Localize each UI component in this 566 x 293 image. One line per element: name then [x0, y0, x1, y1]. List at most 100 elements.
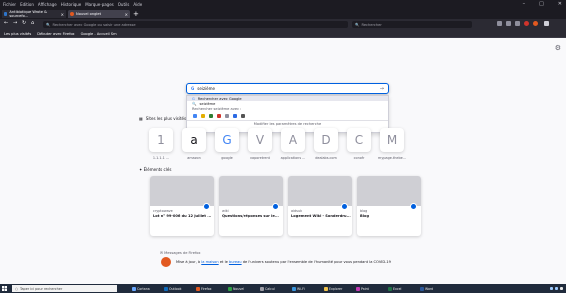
topsite-tile[interactable]: A	[281, 128, 305, 152]
highlight-card[interactable]: cryptowave Lot n° 99-006 du 12 Juillet ..…	[150, 176, 214, 236]
taskbar-app-label: Word	[425, 286, 434, 291]
office-link[interactable]: bureau	[229, 260, 242, 264]
taskbar-app[interactable]: Word	[420, 285, 433, 292]
search-engine-icon[interactable]	[233, 114, 237, 118]
taskbar-app[interactable]: Paint	[356, 285, 369, 292]
bookmark-dot-icon	[203, 203, 210, 210]
topsite-tile[interactable]: C	[347, 128, 371, 152]
taskbar-app[interactable]: Excel	[388, 285, 401, 292]
search-engine-icon[interactable]	[209, 114, 213, 118]
close-icon[interactable]: ×	[125, 12, 128, 17]
search-engine-icon[interactable]	[241, 114, 245, 118]
bookmark-getting-started[interactable]: Débuter avec Firefox	[37, 32, 74, 36]
search-icon: 🔍	[192, 101, 197, 106]
app-icon	[196, 286, 200, 291]
topsite-letter: a	[190, 133, 198, 147]
go-arrow-icon[interactable]: →	[380, 86, 384, 92]
highlight-card[interactable]: wiki Questions/réponses sur le...	[219, 176, 283, 236]
menu-help[interactable]: Aide	[133, 2, 142, 7]
sidebar-icon[interactable]	[506, 21, 511, 26]
menu-bookmarks[interactable]: Marque-pages	[85, 2, 114, 7]
new-tab-button[interactable]: +	[133, 9, 139, 19]
menu-icon[interactable]	[544, 21, 549, 26]
taskbar-app-label: Calcul	[265, 286, 275, 291]
bookmark-google[interactable]: Google - Accueil Sm	[81, 32, 117, 36]
search-bar[interactable]: 🔍 Rechercher	[352, 21, 472, 28]
tab-new-tab[interactable]: Nouvel onglet ×	[68, 10, 130, 18]
addon-icon[interactable]	[524, 21, 529, 26]
gear-icon[interactable]: ⚙	[555, 44, 561, 52]
taskbar-app[interactable]: Explorer	[324, 285, 342, 292]
firefox-messages-header: ✉ Messages de Firefox	[160, 251, 200, 255]
volume-icon[interactable]	[555, 287, 558, 290]
menu-history[interactable]: Historique	[61, 2, 82, 7]
bookmarks-toolbar: Les plus visités Débuter avec Firefox Go…	[0, 30, 566, 38]
highlight-card[interactable]: aidsuk Logement Wiki - Sonderdru...	[288, 176, 352, 236]
reload-icon[interactable]: ↻	[22, 20, 26, 26]
suggestion-label: Rechercher avec Google	[197, 96, 242, 101]
taskbar-app[interactable]: Cortana	[132, 285, 150, 292]
back-icon[interactable]: ←	[4, 20, 8, 26]
menu-edit[interactable]: Edition	[20, 2, 34, 7]
taskbar-app-label: Nouvel	[233, 286, 245, 291]
search-input[interactable]: G seizième →	[186, 83, 389, 94]
highlight-card[interactable]: blog Blog	[357, 176, 421, 236]
taskbar-app[interactable]: Wi-Fi	[292, 285, 305, 292]
topsite-tile[interactable]: V	[248, 128, 272, 152]
card-title: Logement Wiki - Sonderdru...	[291, 214, 351, 218]
tab-antibiotique[interactable]: Antibiotique Wrote & sourcefo... ×	[2, 10, 66, 18]
forward-icon[interactable]: →	[13, 20, 17, 26]
taskbar-app[interactable]: Outlook	[164, 285, 181, 292]
topsite-tile[interactable]: M	[380, 128, 404, 152]
message-text: Mise à jour, à la maison et le bureau de…	[176, 260, 391, 264]
download-icon[interactable]	[515, 21, 520, 26]
bookmark-most-visited[interactable]: Les plus visités	[4, 32, 31, 36]
menu-view[interactable]: Affichage	[38, 2, 57, 7]
topsite-letter: C	[354, 133, 364, 147]
taskbar-app-label: Explorer	[329, 286, 343, 291]
home-icon[interactable]: ⌂	[31, 20, 34, 26]
taskbar-app[interactable]: Firefox	[196, 285, 212, 292]
topsite-tile[interactable]: a	[182, 128, 206, 152]
search-engine-icon[interactable]	[225, 114, 229, 118]
url-bar[interactable]: 🔍 Rechercher avec Google ou saisir une a…	[43, 21, 348, 28]
topsite-tile[interactable]: D	[314, 128, 338, 152]
highlights-header[interactable]: ✦ Éléments clés	[139, 167, 171, 172]
card-thumbnail	[357, 176, 421, 206]
suggestion-label: seizième	[199, 101, 216, 106]
taskbar-search-placeholder: Taper ici pour rechercher	[19, 286, 63, 291]
notification-icon[interactable]	[560, 287, 563, 290]
message-text-part: et le	[218, 260, 229, 264]
taskbar-search-input[interactable]: ○ Taper ici pour rechercher	[12, 285, 117, 292]
close-icon[interactable]: ×	[61, 12, 64, 17]
app-icon	[260, 286, 264, 291]
network-icon[interactable]	[550, 287, 553, 290]
card-title: Questions/réponses sur le...	[222, 214, 279, 218]
taskbar-app[interactable]: Calcul	[260, 285, 275, 292]
library-icon[interactable]	[497, 21, 502, 26]
windows-start-icon[interactable]	[2, 286, 7, 291]
menu-file[interactable]: Fichier	[3, 2, 16, 7]
topsite-letter: G	[222, 133, 232, 147]
searchbar-placeholder: Rechercher	[361, 22, 382, 27]
search-engine-icon[interactable]	[217, 114, 221, 118]
close-window-button[interactable]: ✕	[558, 1, 562, 7]
maximize-button[interactable]: □	[539, 1, 544, 7]
topsite-letter: V	[255, 133, 265, 147]
search-settings-link[interactable]: Modifier les paramètres de recherche	[187, 120, 388, 127]
account-icon[interactable]	[533, 21, 538, 26]
taskbar-app[interactable]: Nouvel	[228, 285, 244, 292]
menu-tools[interactable]: Outils	[118, 2, 130, 7]
home-link[interactable]: la maison	[201, 260, 218, 264]
topsite-letter: 1	[157, 133, 165, 147]
url-placeholder: Rechercher avec Google ou saisir une adr…	[52, 22, 136, 27]
search-input-value: seizième	[197, 86, 215, 91]
topsite-tile[interactable]: G	[215, 128, 239, 152]
card-thumbnail	[150, 176, 214, 206]
minimize-button[interactable]: –	[523, 1, 526, 7]
system-tray	[550, 285, 563, 292]
search-engine-icon[interactable]	[193, 114, 197, 118]
topsites-header[interactable]: ▦ Sites les plus visités	[139, 116, 186, 121]
topsite-tile[interactable]: 1	[149, 128, 173, 152]
search-engine-icon[interactable]	[201, 114, 205, 118]
